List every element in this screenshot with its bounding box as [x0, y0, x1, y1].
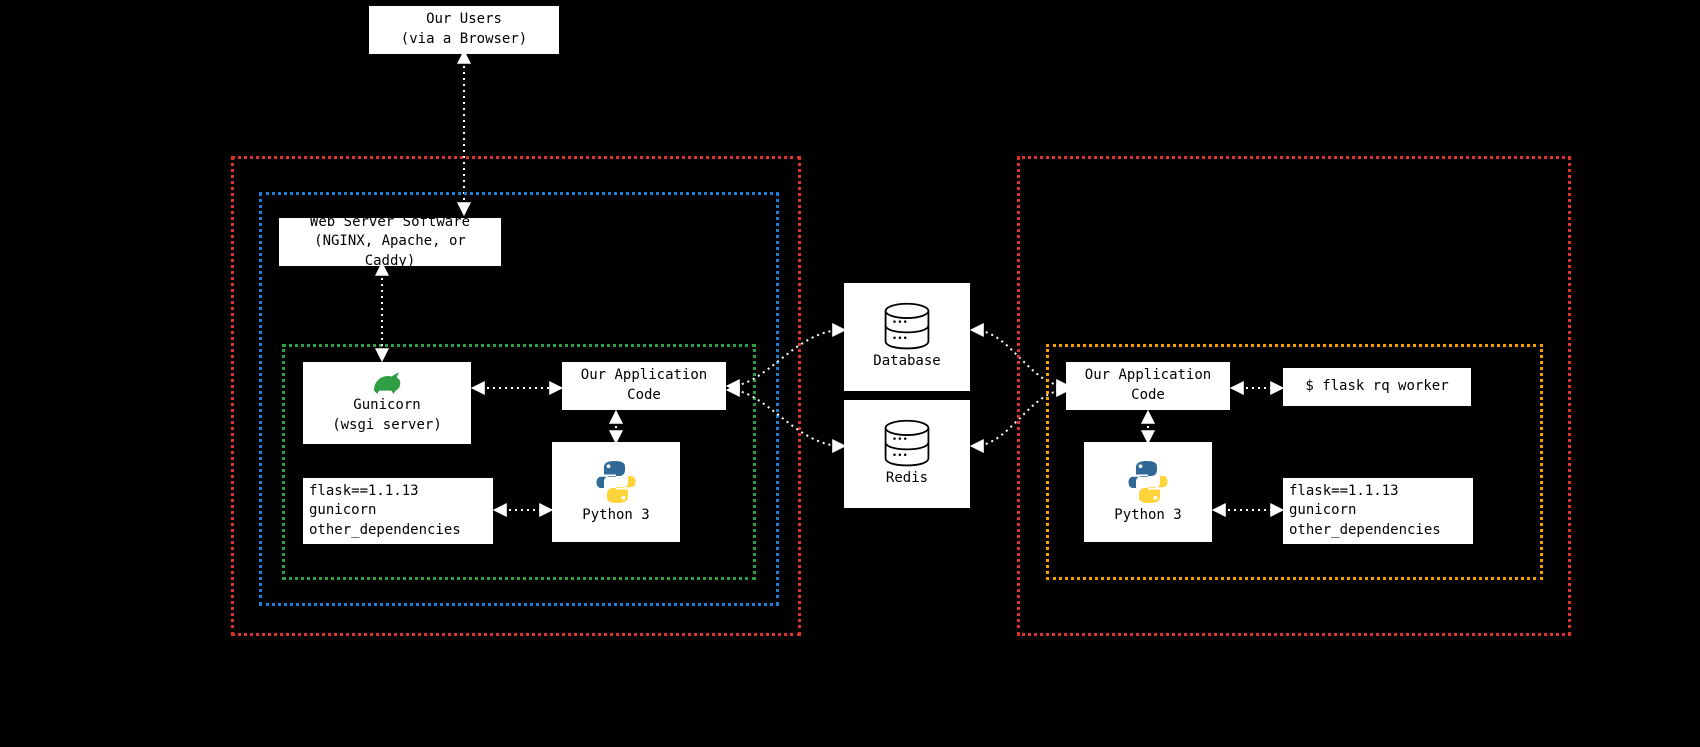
gunicorn-box: Gunicorn (wsgi server)	[303, 362, 471, 444]
python-icon	[592, 458, 640, 506]
database-label: Database	[873, 352, 940, 372]
diagram-canvas: Our Users (via a Browser) Web Server Sof…	[0, 0, 1700, 747]
python-left-label: Python 3	[582, 506, 649, 526]
database-icon	[877, 302, 937, 352]
deps-left-l2: gunicorn	[309, 501, 376, 521]
redis-box: Redis	[844, 400, 970, 508]
deps-left-l3: other_dependencies	[309, 521, 461, 541]
webserver-line2: (NGINX, Apache, or Caddy)	[285, 232, 495, 271]
deps-right-l1: flask==1.1.13	[1289, 482, 1399, 502]
webserver-box: Web Server Software (NGINX, Apache, or C…	[279, 218, 501, 266]
worker-cmd: $ flask rq worker	[1305, 377, 1448, 397]
redis-label: Redis	[886, 469, 928, 489]
python-icon	[1124, 458, 1172, 506]
appcode-right-box: Our Application Code	[1066, 362, 1230, 410]
python-left-box: Python 3	[552, 442, 680, 542]
worker-box: $ flask rq worker	[1283, 368, 1471, 406]
deps-right-l3: other_dependencies	[1289, 521, 1441, 541]
unicorn-icon	[369, 370, 405, 396]
gunicorn-sub: (wsgi server)	[332, 416, 442, 436]
deps-left-box: flask==1.1.13 gunicorn other_dependencie…	[303, 478, 493, 544]
deps-left-l1: flask==1.1.13	[309, 482, 419, 502]
appcode-right-l2: Code	[1131, 386, 1165, 406]
deps-right-l2: gunicorn	[1289, 501, 1356, 521]
redis-icon	[877, 419, 937, 469]
python-right-box: Python 3	[1084, 442, 1212, 542]
users-line2: (via a Browser)	[401, 30, 527, 50]
gunicorn-name: Gunicorn	[353, 396, 420, 416]
appcode-left-l2: Code	[627, 386, 661, 406]
appcode-right-l1: Our Application	[1085, 366, 1211, 386]
database-box: Database	[844, 283, 970, 391]
users-line1: Our Users	[426, 10, 502, 30]
users-box: Our Users (via a Browser)	[369, 6, 559, 54]
appcode-left-l1: Our Application	[581, 366, 707, 386]
python-right-label: Python 3	[1114, 506, 1181, 526]
deps-right-box: flask==1.1.13 gunicorn other_dependencie…	[1283, 478, 1473, 544]
webserver-line1: Web Server Software	[310, 213, 470, 233]
appcode-left-box: Our Application Code	[562, 362, 726, 410]
